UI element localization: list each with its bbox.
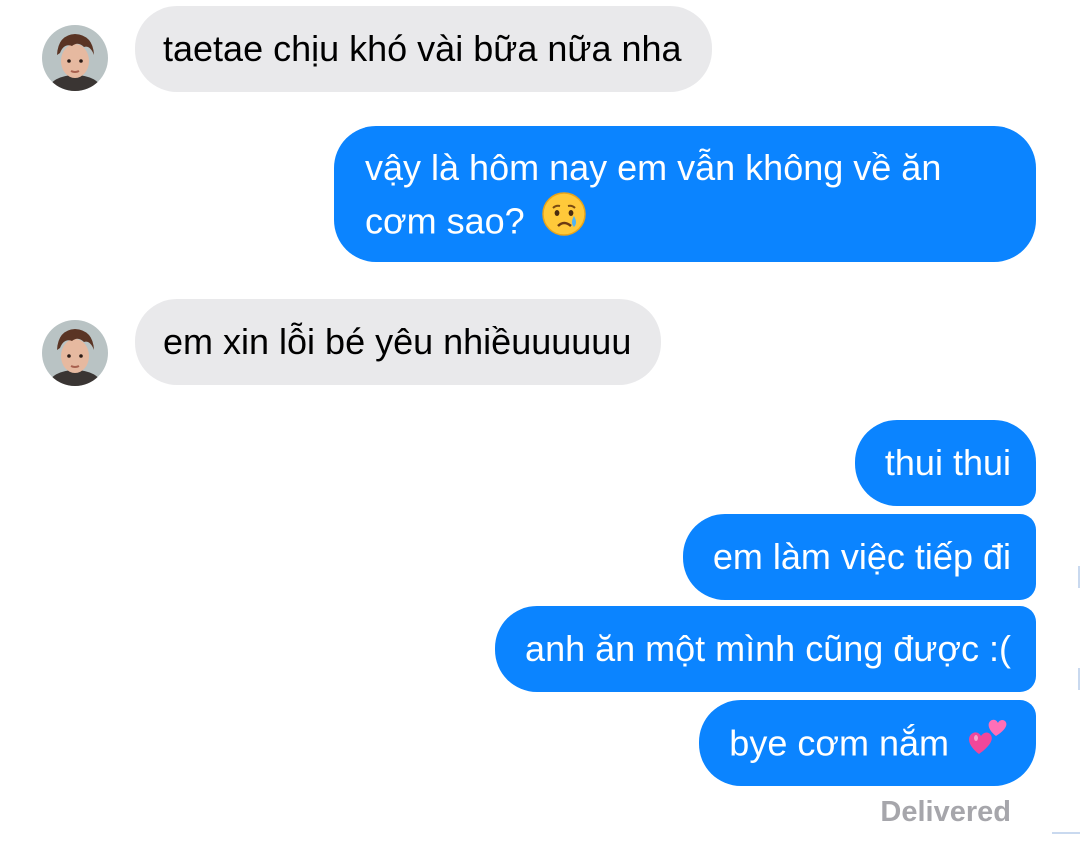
contact-avatar[interactable] bbox=[42, 25, 108, 91]
crying-face-emoji-icon bbox=[541, 191, 587, 251]
message-text: anh ăn một mình cũng được :( bbox=[525, 628, 1011, 669]
scroll-edge-marker bbox=[1052, 832, 1080, 834]
message-text: taetae chịu khó vài bữa nữa nha bbox=[163, 28, 682, 69]
message-text: vậy là hôm nay em vẫn không về ăn cơm sa… bbox=[365, 147, 942, 242]
message-text: em xin lỗi bé yêu nhiềuuuuuu bbox=[163, 321, 632, 362]
two-hearts-emoji-icon bbox=[965, 714, 1011, 772]
contact-avatar[interactable] bbox=[42, 320, 108, 386]
incoming-message-bubble[interactable]: em xin lỗi bé yêu nhiềuuuuuu bbox=[135, 299, 662, 385]
outgoing-message-bubble[interactable]: em làm việc tiếp đi bbox=[682, 514, 1036, 600]
message-text: em làm việc tiếp đi bbox=[712, 536, 1011, 577]
outgoing-message-bubble[interactable]: anh ăn một mình cũng được :( bbox=[495, 606, 1036, 692]
outgoing-message-bubble[interactable]: vậy là hôm nay em vẫn không về ăn cơm sa… bbox=[334, 126, 1036, 262]
outgoing-message-bubble[interactable]: thui thui bbox=[854, 420, 1036, 506]
outgoing-message-bubble[interactable]: bye cơm nắm bbox=[699, 700, 1036, 786]
delivered-status: Delivered bbox=[880, 796, 1011, 828]
incoming-message-bubble[interactable]: taetae chịu khó vài bữa nữa nha bbox=[135, 6, 712, 92]
message-text: thui thui bbox=[884, 442, 1011, 483]
message-text: bye cơm nắm bbox=[729, 722, 949, 764]
